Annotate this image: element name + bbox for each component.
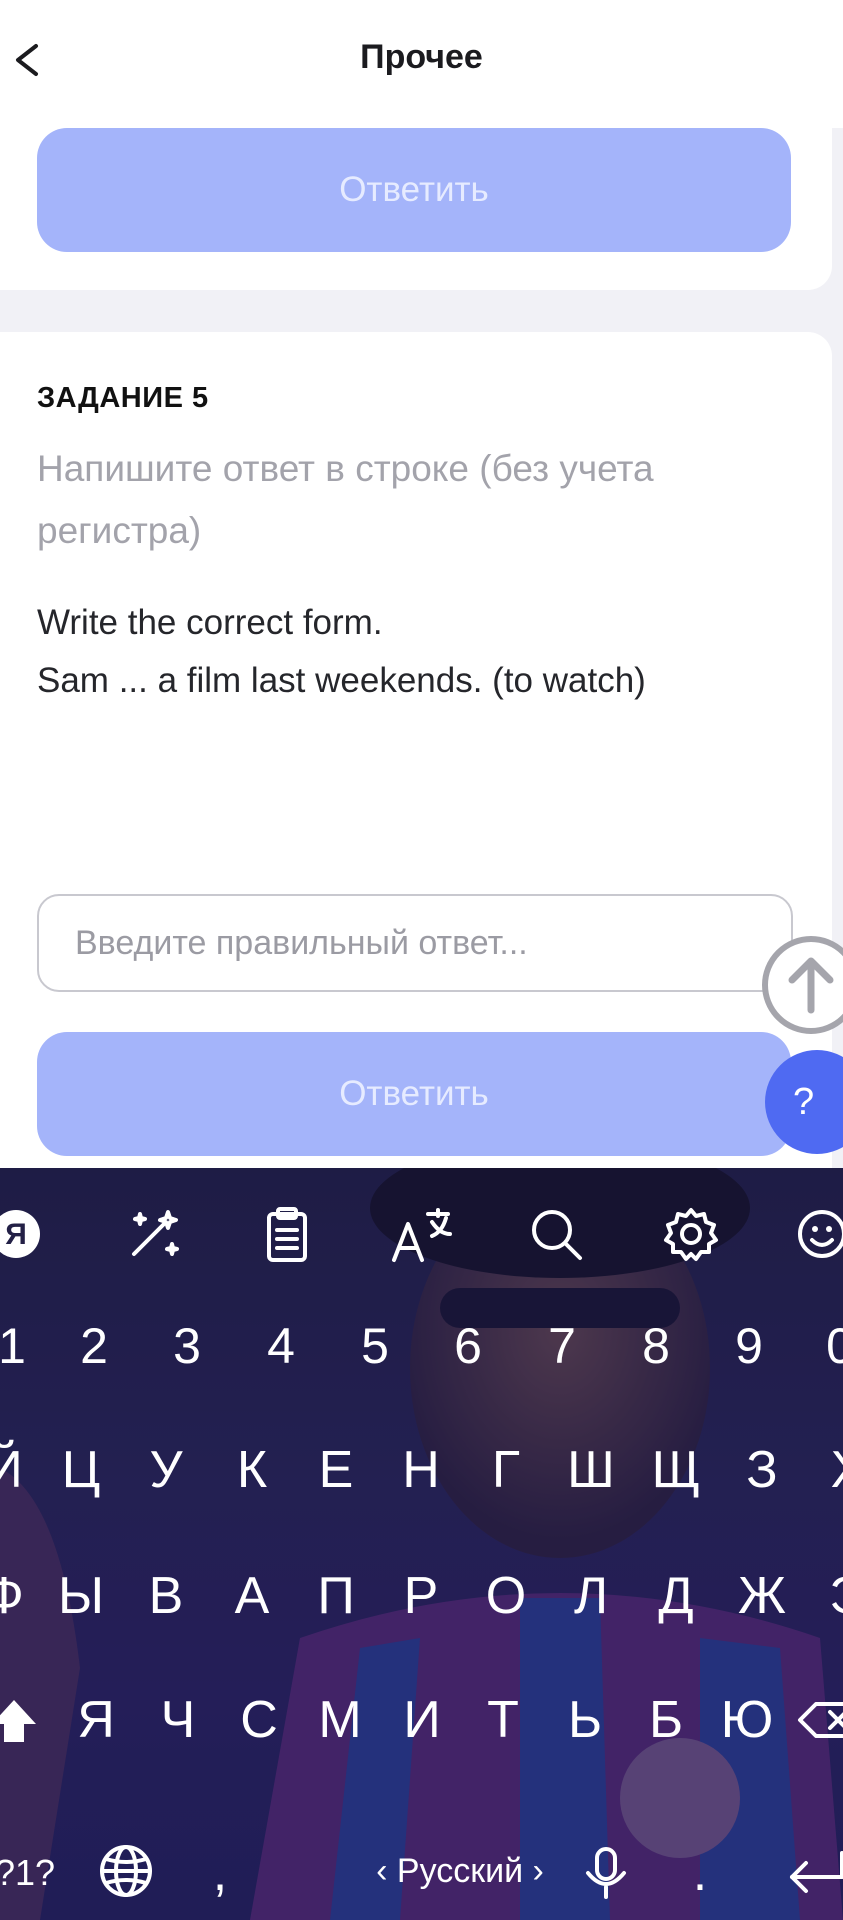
- key-letter[interactable]: Щ: [636, 1420, 716, 1520]
- key-5[interactable]: 5: [335, 1296, 415, 1396]
- language-globe-key[interactable]: [86, 1823, 166, 1920]
- key-letter[interactable]: Ф: [0, 1546, 44, 1646]
- key-letter[interactable]: П: [296, 1546, 376, 1646]
- key-9[interactable]: 9: [709, 1296, 789, 1396]
- period-key[interactable]: .: [660, 1823, 740, 1920]
- yandex-logo-icon[interactable]: Я: [0, 1204, 58, 1264]
- app-header: Прочее: [0, 0, 843, 128]
- key-7[interactable]: 7: [522, 1296, 602, 1396]
- key-letter[interactable]: Й: [0, 1420, 44, 1520]
- task-question: Write the correct form. Sam ... a film l…: [37, 594, 797, 710]
- key-letter[interactable]: Ы: [41, 1546, 121, 1646]
- previous-submit-button[interactable]: Ответить: [37, 128, 791, 252]
- key-letter[interactable]: К: [212, 1420, 292, 1520]
- key-1[interactable]: 1: [0, 1296, 52, 1396]
- key-letter[interactable]: Е: [296, 1420, 376, 1520]
- keyboard-letter-row-2: Ф Ы В А П Р О Л Д Ж Э: [0, 1546, 843, 1646]
- keyboard-bottom-row: ?1? , ‹ Русский › .: [0, 1828, 843, 1918]
- globe-icon: [100, 1845, 152, 1897]
- key-8[interactable]: 8: [616, 1296, 696, 1396]
- key-letter[interactable]: У: [126, 1420, 206, 1520]
- key-letter[interactable]: З: [722, 1420, 802, 1520]
- answer-input[interactable]: Введите правильный ответ...: [37, 894, 793, 992]
- key-letter[interactable]: Т: [463, 1670, 543, 1770]
- key-letter[interactable]: О: [466, 1546, 546, 1646]
- yandex-logo-glyph: Я: [5, 1218, 27, 1251]
- backspace-icon: [798, 1702, 843, 1738]
- key-letter[interactable]: Р: [381, 1546, 461, 1646]
- key-letter[interactable]: Н: [381, 1420, 461, 1520]
- enter-arrow-icon: [790, 1851, 843, 1893]
- key-6[interactable]: 6: [428, 1296, 508, 1396]
- key-3[interactable]: 3: [147, 1296, 227, 1396]
- emoji-icon[interactable]: [792, 1204, 843, 1264]
- key-0[interactable]: 0: [800, 1296, 843, 1396]
- microphone-icon: [586, 1847, 626, 1899]
- search-icon[interactable]: [522, 1204, 592, 1264]
- shift-key[interactable]: [0, 1670, 54, 1770]
- key-letter[interactable]: Ю: [707, 1670, 787, 1770]
- task-question-line-2: Sam ... a film last weekends. (to watch): [37, 661, 646, 700]
- onscreen-keyboard: Я 1 2 3 4 5 6 7 8 9 0 Й Ц У К Е Н Г Ш Щ …: [0, 1168, 843, 1920]
- language-label: Русский: [396, 1852, 524, 1890]
- symbols-key[interactable]: ?1?: [0, 1823, 70, 1920]
- key-letter[interactable]: Ь: [545, 1670, 625, 1770]
- enter-key[interactable]: [776, 1823, 843, 1920]
- scroll-to-top-button[interactable]: [762, 936, 843, 1034]
- keyboard-number-row: 1 2 3 4 5 6 7 8 9 0: [0, 1296, 843, 1396]
- keyboard-letter-row-3: Я Ч С М И Т Ь Б Ю: [0, 1670, 843, 1770]
- task-instruction: Напишите ответ в строке (без учета регис…: [37, 448, 654, 551]
- voice-input-key[interactable]: [566, 1823, 646, 1920]
- backspace-key[interactable]: [792, 1670, 843, 1770]
- key-letter[interactable]: С: [219, 1670, 299, 1770]
- spacebar-language-switch[interactable]: ‹ Русский ›: [360, 1846, 560, 1896]
- key-2[interactable]: 2: [54, 1296, 134, 1396]
- magic-wand-icon[interactable]: [118, 1204, 188, 1264]
- key-letter[interactable]: Я: [56, 1670, 136, 1770]
- key-letter[interactable]: А: [212, 1546, 292, 1646]
- key-letter[interactable]: Ш: [551, 1420, 631, 1520]
- translate-icon[interactable]: [388, 1204, 458, 1264]
- answer-input-placeholder: Введите правильный ответ...: [75, 924, 528, 962]
- key-letter[interactable]: Л: [551, 1546, 631, 1646]
- comma-key[interactable]: ,: [180, 1823, 260, 1920]
- page-title: Прочее: [360, 38, 483, 76]
- clipboard-icon[interactable]: [251, 1204, 321, 1264]
- language-next-chevron: ›: [532, 1852, 544, 1890]
- key-letter[interactable]: М: [300, 1670, 380, 1770]
- key-letter[interactable]: Ц: [41, 1420, 121, 1520]
- key-letter[interactable]: Б: [626, 1670, 706, 1770]
- keyboard-overlay: [0, 1168, 843, 1920]
- keyboard-letter-row-1: Й Ц У К Е Н Г Ш Щ З Х: [0, 1420, 843, 1520]
- arrow-up-icon: [788, 957, 834, 1014]
- previous-task-card: Ответить: [0, 110, 832, 290]
- key-letter[interactable]: Г: [466, 1420, 546, 1520]
- task-question-line-1: Write the correct form.: [37, 603, 383, 642]
- key-letter[interactable]: И: [382, 1670, 462, 1770]
- settings-gear-icon[interactable]: [656, 1204, 726, 1264]
- language-prev-chevron: ‹: [376, 1852, 388, 1890]
- key-letter[interactable]: Д: [636, 1546, 716, 1646]
- task-number-label: ЗАДАНИЕ 5: [37, 382, 209, 414]
- key-letter[interactable]: Ж: [722, 1546, 802, 1646]
- key-4[interactable]: 4: [241, 1296, 321, 1396]
- task-card: ЗАДАНИЕ 5 Напишите ответ в строке (без у…: [0, 332, 832, 1192]
- submit-answer-button[interactable]: Ответить: [37, 1032, 791, 1156]
- shift-arrow-icon: [0, 1700, 36, 1742]
- key-letter[interactable]: В: [126, 1546, 206, 1646]
- key-letter[interactable]: Э: [808, 1546, 843, 1646]
- key-letter[interactable]: Х: [808, 1420, 843, 1520]
- key-letter[interactable]: Ч: [138, 1670, 218, 1770]
